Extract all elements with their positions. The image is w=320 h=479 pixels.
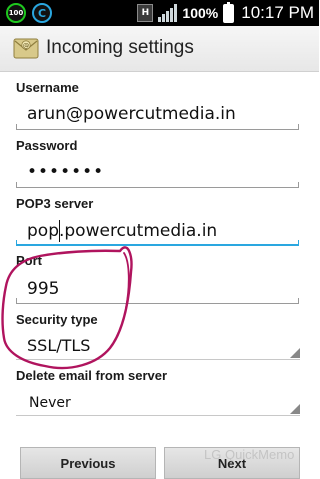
notification-100-icon: 100 [6,3,26,23]
username-underline [16,124,299,130]
port-underline [16,298,299,304]
security-type-label: Security type [16,312,98,327]
security-type-spinner[interactable]: SSL/TLS [27,336,90,355]
email-envelope-icon: @ [13,38,39,59]
pop3-server-label: POP3 server [16,196,94,211]
pop3-server-field[interactable]: pop.powercutmedia.in [27,221,217,241]
battery-icon [223,1,235,23]
status-bar: 100 C H 100% 10:17 PM [0,0,319,26]
previous-button[interactable]: Previous [20,447,156,479]
quickmemo-watermark: LG QuickMemo [204,447,295,462]
delete-email-spinner[interactable]: Never [29,395,71,411]
spinner-arrow-icon [290,348,300,358]
delete-email-underline [16,415,300,416]
svg-text:@: @ [23,41,30,49]
password-label: Password [16,138,78,153]
username-field[interactable]: arun@powercutmedia.in [27,104,236,124]
system-status: H 100% 10:17 PM [137,1,314,23]
spinner-arrow-icon [290,404,300,414]
signal-strength-icon [158,4,178,22]
text-cursor [59,220,60,242]
password-field[interactable]: ••••••• [27,162,104,182]
username-label: Username [16,80,79,95]
notification-icons: 100 C [6,3,52,23]
action-bar: @ Incoming settings [0,26,319,72]
notification-c-icon: C [32,3,52,23]
page-title: Incoming settings [46,37,194,58]
battery-percent: 100% [182,5,219,21]
pop3-server-underline [16,240,299,246]
port-field[interactable]: 995 [27,279,59,299]
password-underline [16,182,299,188]
delete-email-label: Delete email from server [16,368,168,383]
clock: 10:17 PM [241,3,314,22]
network-type-icon: H [137,4,154,22]
port-label: Port [16,253,42,268]
security-type-underline [16,359,300,360]
